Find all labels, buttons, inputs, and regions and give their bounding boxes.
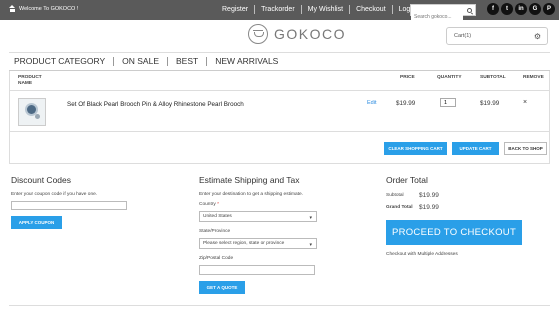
apply-coupon-button[interactable]: APPLY COUPON <box>11 216 62 229</box>
col-remove: REMOVE <box>523 75 544 80</box>
chevron-down-icon: ▾ <box>309 215 312 221</box>
item-subtotal: $19.99 <box>480 100 500 107</box>
col-price: PRICE <box>400 75 415 80</box>
col-subtotal: SUBTOTAL <box>480 75 506 80</box>
discount-title: Discount Codes <box>11 175 72 185</box>
country-label-text: Country <box>199 202 216 207</box>
shipping-title: Estimate Shipping and Tax <box>199 175 300 185</box>
site-logo[interactable]: GOKOCO <box>248 24 346 44</box>
nav-best[interactable]: BEST <box>167 57 206 66</box>
nav-on-sale[interactable]: ON SALE <box>113 57 167 66</box>
item-price: $19.99 <box>396 100 416 107</box>
product-image[interactable] <box>18 98 46 126</box>
coupon-input[interactable] <box>11 201 127 210</box>
order-total-title: Order Total <box>386 175 428 185</box>
cart-table-header: PRODUCT NAME PRICE QUANTITY SUBTOTAL REM… <box>10 71 549 91</box>
proceed-to-checkout-button[interactable]: PROCEED TO CHECKOUT <box>386 220 522 245</box>
search-box <box>410 4 476 22</box>
facebook-icon[interactable]: f <box>487 3 499 15</box>
google-plus-icon[interactable]: G <box>529 3 541 15</box>
country-label: Country * <box>199 202 219 207</box>
twitter-icon[interactable]: t <box>501 3 513 15</box>
gear-icon[interactable]: ⚙ <box>534 32 541 41</box>
welcome-area: Welcome To GOKOCO ! <box>9 5 78 12</box>
linkedin-icon[interactable]: in <box>515 3 527 15</box>
country-value: United States <box>203 214 232 219</box>
discount-prompt: Enter your coupon code if you have one. <box>11 192 98 197</box>
table-row: Set Of Black Pearl Brooch Pin & Alloy Rh… <box>10 92 549 132</box>
logo-text: GOKOCO <box>274 26 347 42</box>
required-marker: * <box>217 202 220 207</box>
product-name[interactable]: Set Of Black Pearl Brooch Pin & Alloy Rh… <box>67 101 244 108</box>
zip-label: Zip/Postal Code <box>199 256 234 261</box>
nav-new-arrivals[interactable]: NEW ARRIVALS <box>206 57 286 66</box>
wishlist-link[interactable]: My Wishlist <box>300 5 349 14</box>
welcome-text: Welcome To GOKOCO ! <box>19 5 79 12</box>
state-label: State/Province <box>199 229 231 234</box>
divider <box>9 305 550 306</box>
chevron-down-icon: ▾ <box>309 242 312 248</box>
get-quote-button[interactable]: GET A QUOTE <box>199 281 245 294</box>
col-product-name: PRODUCT NAME <box>18 75 42 86</box>
search-icon[interactable] <box>467 7 472 13</box>
back-to-shop-button[interactable]: BACK TO SHOP <box>504 142 547 155</box>
multi-address-link[interactable]: Checkout with Multiple Addresses <box>386 252 458 257</box>
category-nav: PRODUCT CATEGORY ON SALE BEST NEW ARRIVA… <box>14 57 286 66</box>
update-cart-button[interactable]: UPDATE CART <box>452 142 499 155</box>
subtotal-value: $19.99 <box>419 192 439 199</box>
pinterest-icon[interactable]: P <box>543 3 555 15</box>
checkout-link[interactable]: Checkout <box>349 5 392 14</box>
quantity-input[interactable] <box>440 98 456 107</box>
mini-cart[interactable]: Cart(1) ⚙ <box>446 27 548 45</box>
edit-link[interactable]: Edit <box>367 100 376 106</box>
remove-icon[interactable]: × <box>523 99 527 106</box>
state-value: Please select region, state or province <box>203 241 285 246</box>
top-bar: Welcome To GOKOCO ! Register Trackorder … <box>0 0 559 22</box>
zip-input[interactable] <box>199 265 315 275</box>
trackorder-link[interactable]: Trackorder <box>254 5 301 14</box>
top-nav: Register Trackorder My Wishlist Checkout… <box>216 5 424 14</box>
search-input[interactable] <box>411 12 463 22</box>
register-link[interactable]: Register <box>216 5 254 14</box>
nav-product-category[interactable]: PRODUCT CATEGORY <box>14 57 113 66</box>
logo-icon <box>248 24 268 44</box>
grand-total-value: $19.99 <box>419 204 439 211</box>
divider <box>9 52 550 53</box>
cart-table: PRODUCT NAME PRICE QUANTITY SUBTOTAL REM… <box>9 71 550 164</box>
subtotal-label: Subtotal <box>386 193 404 198</box>
social-icons: f t in G P <box>487 3 555 15</box>
shipping-prompt: Enter your destination to get a shipping… <box>199 192 303 197</box>
mini-cart-label: Cart(1) <box>454 33 472 39</box>
clear-cart-button[interactable]: CLEAR SHOPPING CART <box>384 142 447 155</box>
state-select[interactable]: Please select region, state or province … <box>199 238 317 249</box>
country-select[interactable]: United States ▾ <box>199 211 317 222</box>
col-quantity: QUANTITY <box>437 75 462 80</box>
grand-total-label: Grand Total <box>386 205 413 210</box>
home-icon[interactable] <box>9 5 16 12</box>
